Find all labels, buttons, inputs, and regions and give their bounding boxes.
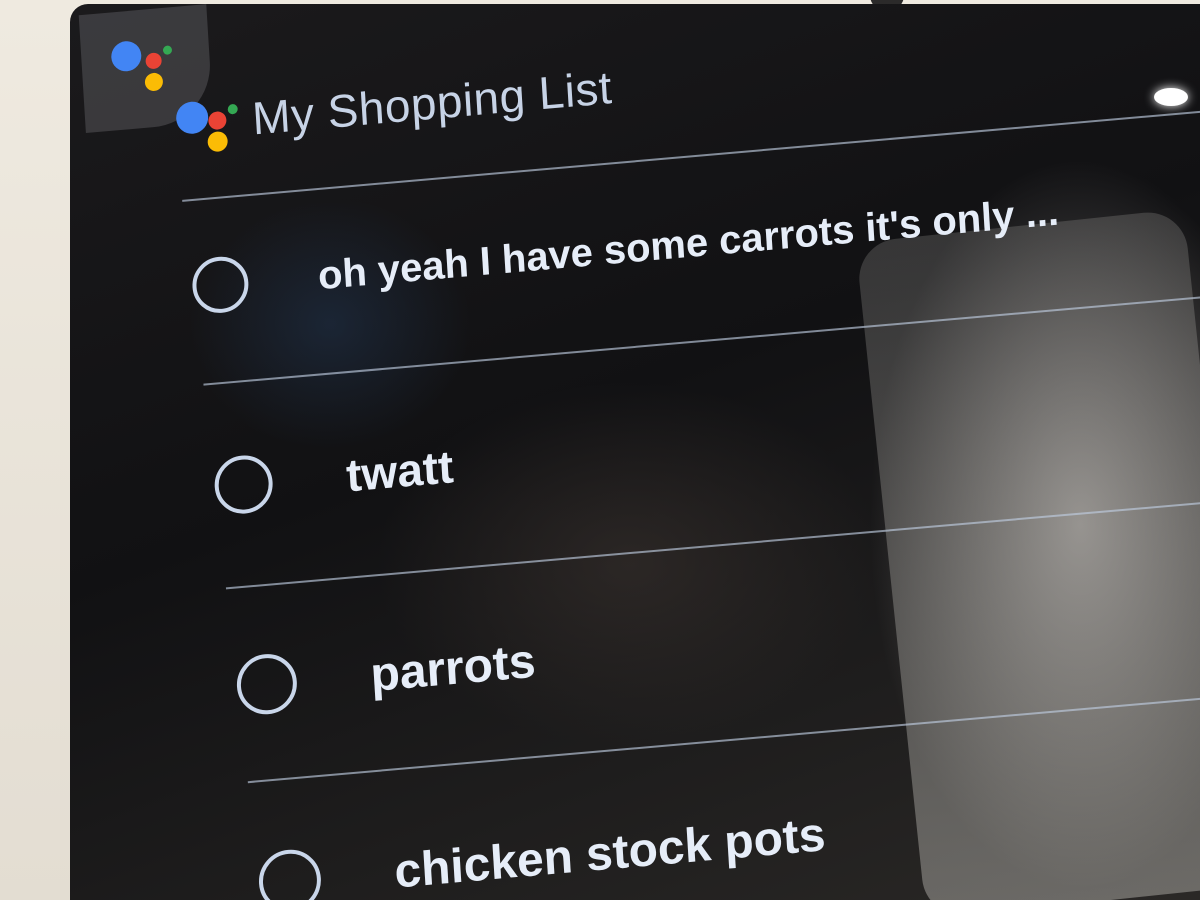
smart-display-device: My Shopping List oh yeah I have some car… [0, 0, 1200, 900]
assistant-dot-green [162, 45, 173, 56]
assistant-dot-yellow [144, 72, 164, 92]
list-item[interactable]: oh yeah I have some carrots it's only ..… [190, 184, 1061, 316]
list-item-label: parrots [368, 634, 537, 702]
list-item-label: twatt [344, 440, 455, 502]
list-header: My Shopping List [171, 57, 614, 155]
circle-outline-icon[interactable] [190, 254, 251, 316]
display-screen: My Shopping List oh yeah I have some car… [70, 4, 1200, 900]
circle-outline-icon[interactable] [212, 453, 275, 516]
list-item-label: oh yeah I have some carrots it's only ..… [316, 189, 1060, 298]
list-divider [225, 499, 1200, 590]
list-item-label: chicken stock pots [392, 807, 827, 899]
circle-outline-icon[interactable] [235, 651, 299, 717]
page-title: My Shopping List [250, 61, 614, 145]
list-divider [203, 294, 1200, 386]
google-assistant-icon [171, 89, 244, 155]
list-divider [247, 694, 1200, 784]
circle-outline-icon[interactable] [257, 847, 323, 900]
assistant-dot-red [145, 52, 163, 70]
list-item[interactable]: twatt [212, 437, 455, 516]
shopping-list-view: My Shopping List oh yeah I have some car… [70, 4, 1200, 900]
assistant-dot-blue [110, 39, 143, 73]
list-item[interactable]: parrots [235, 631, 537, 717]
list-item[interactable]: chicken stock pots [257, 803, 827, 900]
